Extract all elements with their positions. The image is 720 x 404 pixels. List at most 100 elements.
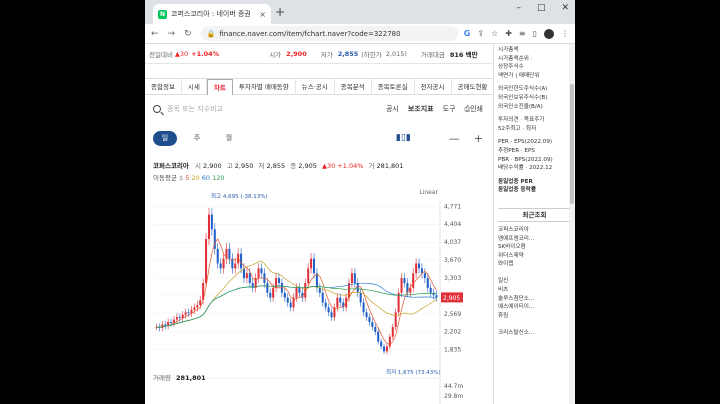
recent-item[interactable]: 크리스탈신소...	[498, 329, 571, 338]
nav-tab[interactable]: 투자자별 매매동향	[233, 78, 296, 95]
indicator-button[interactable]: 보조지표	[408, 104, 434, 114]
candle-body	[403, 278, 406, 283]
open-label: 시가	[269, 50, 282, 59]
zoom-in-button[interactable]: +	[474, 132, 483, 145]
candle-body	[400, 278, 403, 293]
summary-line: 시가총액	[498, 47, 519, 53]
address-bar[interactable]: 🔒 finance.naver.com/item/fchart.naver?co…	[200, 26, 458, 41]
candle-body	[415, 263, 418, 274]
tab-strip: N 코퍼스코리아 : 네이버 증권 × + – □ ✕	[145, 0, 575, 24]
candle-body	[356, 283, 359, 293]
summary-line: PBR · BPS(2022.09)	[498, 156, 553, 163]
recent-item[interactable]: 비츠	[498, 286, 571, 295]
reload-icon[interactable]: ↻	[184, 29, 192, 39]
nav-tab[interactable]: 차트	[206, 78, 233, 95]
share-icon[interactable]: ⇪	[477, 29, 484, 38]
scrollbar-thumb[interactable]	[570, 84, 574, 204]
recent-item[interactable]: 코퍼스코리아	[498, 226, 571, 235]
period-day[interactable]: 일	[153, 130, 177, 146]
candle-body	[353, 273, 356, 283]
candle-body	[315, 273, 318, 288]
tab-title: 코퍼스코리아 : 네이버 증권	[171, 10, 251, 18]
candle-body	[219, 263, 222, 269]
page-scrollbar[interactable]	[569, 44, 575, 404]
info-vol: 281,801	[376, 162, 404, 170]
candle-body	[277, 278, 281, 283]
period-month[interactable]: 월	[217, 131, 241, 146]
recent-item[interactable]: 휴림	[498, 312, 571, 321]
candle-body	[298, 287, 301, 293]
info-vol-label: 거	[368, 162, 375, 170]
disclosure-button[interactable]: 공시	[386, 104, 399, 114]
candle-body	[394, 312, 397, 327]
compare-search-input[interactable]: 종목 또는 지수비교	[167, 104, 377, 114]
nav-tab[interactable]: 종합정보	[145, 78, 182, 95]
candle-body	[374, 326, 377, 332]
sidepanel-icon[interactable]: ▯	[533, 29, 537, 38]
candle-body	[207, 214, 210, 240]
nav-tab[interactable]: 종목토론실	[372, 78, 415, 95]
nav-tab[interactable]: 시세	[182, 78, 207, 95]
new-tab-button[interactable]: +	[275, 5, 285, 19]
tools-button[interactable]: 도구	[443, 104, 456, 114]
price-chart[interactable]: Linear 4,771 4,404 4,037 3,670 3,303 2,905 2,56…	[145, 184, 493, 404]
google-icon[interactable]: G	[464, 29, 471, 38]
candle-body	[266, 283, 269, 293]
back-icon[interactable]: ←	[151, 29, 159, 39]
maximize-button[interactable]: □	[537, 3, 546, 13]
candle-body	[283, 292, 286, 298]
candle-body	[339, 297, 342, 303]
candle-body	[170, 322, 173, 324]
ma-settings-icon[interactable]: $	[179, 174, 183, 182]
y-tick-label: 2,569	[444, 311, 461, 318]
info-close-label: 종	[290, 162, 297, 170]
extension-icon[interactable]: ✚	[505, 29, 512, 38]
recent-item[interactable]: SK바이오팜	[498, 243, 571, 252]
profile-avatar[interactable]	[544, 28, 554, 39]
candle-body	[327, 307, 330, 313]
period-week[interactable]: 주	[185, 131, 209, 146]
candle-body	[368, 317, 371, 323]
candle-body	[196, 304, 199, 308]
recent-item[interactable]: 와이랩	[498, 260, 571, 269]
candle-body	[385, 346, 388, 352]
prev-label: 전일대비	[149, 50, 173, 59]
nav-tab[interactable]: 종목분석	[335, 78, 372, 95]
search-icon[interactable]	[153, 105, 161, 113]
tab-close-icon[interactable]: ×	[259, 10, 266, 19]
prev-change: ▲30	[174, 49, 189, 58]
reading-list-icon[interactable]: ≡	[519, 29, 526, 38]
nav-tab[interactable]: 뉴스·공시	[296, 78, 335, 95]
summary-line: 투자의견 · 목표주가	[498, 117, 545, 124]
nav-tab[interactable]: 공매도현황	[452, 78, 495, 95]
zoom-out-button[interactable]: —	[449, 132, 460, 145]
forward-icon[interactable]: →	[168, 29, 176, 39]
browser-tab[interactable]: N 코퍼스코리아 : 네이버 증권 ×	[153, 4, 271, 24]
close-window-button[interactable]: ✕	[561, 3, 569, 13]
print-button[interactable]: ⎙인쇄	[465, 104, 484, 114]
recent-item[interactable]: 엠에프엠코리...	[498, 235, 571, 244]
low-value: 2,855	[337, 49, 359, 58]
recent-item[interactable]: 일신	[498, 277, 571, 286]
candle-body	[336, 297, 339, 308]
recent-item[interactable]: 솔루스첨단소...	[498, 295, 571, 304]
amount-label: 거래대금	[420, 50, 445, 59]
info-open-label: 시	[194, 162, 201, 170]
candle-body	[245, 273, 248, 279]
recent-item	[498, 269, 571, 278]
candle-body	[435, 295, 438, 298]
recent-item[interactable]: 위더스제약	[498, 252, 571, 261]
candle-type-icon[interactable]: ▮▯▮	[396, 133, 411, 143]
summary-line: 상장주식수	[498, 64, 524, 71]
minimize-button[interactable]: –	[516, 3, 521, 13]
candle-body	[350, 273, 353, 283]
candle-body	[269, 292, 272, 298]
bookmark-star-icon[interactable]: ☆	[491, 29, 498, 38]
candle-body	[216, 248, 219, 264]
recent-item[interactable]: 에스에이티이...	[498, 303, 571, 312]
nav-tab[interactable]: 전자공시	[415, 78, 452, 95]
y-tick-label: 4,404	[444, 221, 461, 228]
menu-kebab-icon[interactable]: ⋮	[561, 29, 569, 38]
candle-body	[429, 287, 432, 293]
summary-line: 액면가 | 매매단위	[498, 72, 540, 79]
